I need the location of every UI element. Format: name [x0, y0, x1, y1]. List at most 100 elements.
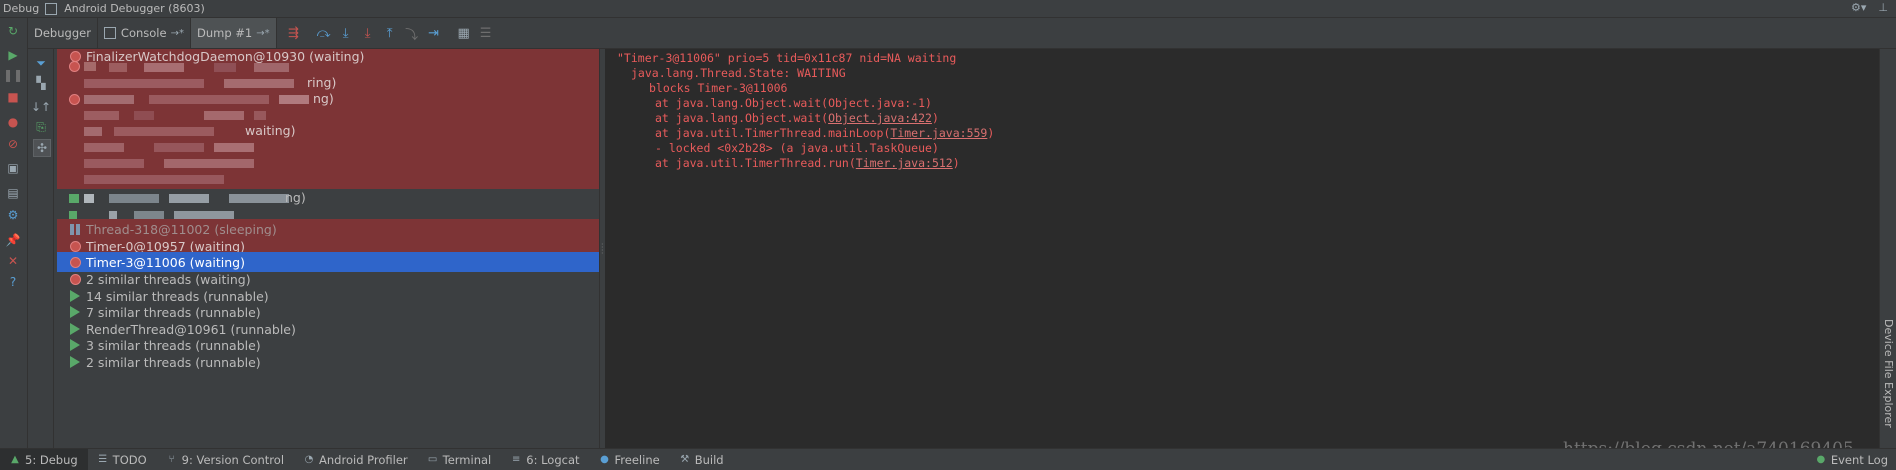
logcat-icon: ≡ — [512, 454, 521, 465]
group-icon[interactable]: ▚ — [33, 75, 49, 91]
breakpoints-icon[interactable]: ● — [6, 115, 20, 129]
tab-dump-pin-icon[interactable]: →* — [256, 28, 269, 39]
console-icon — [103, 27, 116, 39]
thread-label: Thread-318@11002 (sleeping) — [86, 221, 277, 237]
tool-build-label: Build — [694, 452, 724, 467]
profiler-icon: ◔ — [304, 454, 314, 465]
tab-console-pin-icon[interactable]: →* — [171, 28, 184, 39]
layout-icon[interactable]: ▣ — [6, 161, 20, 175]
tool-debug-label: 5: Debug — [25, 452, 78, 467]
runnable-thread-icon — [68, 338, 82, 352]
dump-frame-line: at java.util.TimerThread.run(Timer.java:… — [655, 156, 960, 170]
tab-console-label: Console — [120, 26, 167, 40]
obscured-thread-text: ng) — [313, 91, 334, 106]
pause-icon[interactable]: ❚❚ — [3, 68, 23, 82]
pin-icon[interactable]: 📌 — [6, 233, 21, 247]
debug-icon: ▲ — [11, 454, 19, 465]
run-to-cursor-icon[interactable]: ⇥ — [423, 22, 445, 44]
thread-dump-view[interactable]: "Timer-3@11006" prio=5 tid=0x11c87 nid=N… — [605, 49, 1878, 448]
terminal-icon: ▭ — [427, 454, 438, 465]
thread-list: FinalizerWatchdogDaemon@10930 (waiting) … — [54, 49, 599, 448]
source-link[interactable]: Timer.java:512 — [856, 156, 953, 170]
close-icon[interactable]: ✕ — [6, 254, 20, 268]
tool-todo-label: TODO — [112, 452, 147, 467]
tool-event-log[interactable]: ● Event Log — [1816, 449, 1888, 470]
dump-blocks-line: blocks Timer-3@11006 — [649, 81, 788, 95]
thread-label: 7 similar threads (runnable) — [86, 304, 261, 320]
right-tool-strip: Device File Explorer — [1879, 49, 1896, 448]
merge-icon[interactable]: ✣ — [33, 139, 51, 157]
hide-icon[interactable]: ⊥ — [1878, 1, 1888, 14]
thread-label: 2 similar threads (runnable) — [86, 354, 261, 370]
waiting-thread-icon — [68, 255, 82, 269]
debug-left-toolbar: ↻ ▶ ❚❚ ■ ● ⊘ ▣ ▤ ⚙ 📌 ✕ ? — [0, 18, 28, 448]
drop-frame-icon[interactable]: ⤵ — [401, 22, 423, 44]
dump-lock-line: - locked <0x2b28> (a java.util.TaskQueue… — [655, 141, 939, 155]
thread-panel-tools: ⏷ ▚ ↓↑ ⎘ ✣ — [28, 49, 54, 448]
tool-build[interactable]: ⚒ Build — [670, 449, 734, 470]
runnable-thread-icon — [68, 322, 82, 336]
force-step-into-icon[interactable]: ⤓ — [357, 22, 379, 44]
debug-window-label: Debug — [3, 2, 40, 15]
trace-icon[interactable]: ☰ — [475, 22, 497, 44]
tool-profiler-label: Android Profiler — [319, 452, 408, 467]
thread-row-finalizer[interactable]: FinalizerWatchdogDaemon@10930 (waiting) — [57, 49, 599, 66]
rerun-icon[interactable]: ↻ — [6, 24, 20, 38]
android-debugger-icon — [45, 2, 58, 15]
source-link[interactable]: Timer.java:559 — [890, 126, 987, 140]
vcs-icon: ⑂ — [168, 454, 175, 465]
tab-console[interactable]: Console →* — [98, 18, 191, 48]
source-link[interactable]: Object.java:422 — [828, 111, 932, 125]
tool-logcat[interactable]: ≡ 6: Logcat — [501, 449, 589, 470]
waiting-thread-icon — [68, 239, 82, 253]
tool-terminal[interactable]: ▭ Terminal — [418, 449, 502, 470]
debug-tab-bar: Debugger Console →* Dump #1 →* ⇶ ⤼ ⤓ ⤓ ⤒… — [28, 18, 1896, 49]
tab-dump-label: Dump #1 — [196, 26, 253, 40]
step-into-icon[interactable]: ⤓ — [335, 22, 357, 44]
tab-debugger[interactable]: Debugger — [28, 18, 98, 48]
tool-freeline-label: Freeline — [614, 452, 660, 467]
export-icon[interactable]: ⎘ — [33, 119, 49, 135]
resume-icon[interactable]: ▶ — [6, 48, 20, 62]
tool-freeline[interactable]: ● Freeline — [590, 449, 670, 470]
settings-icon[interactable]: ⚙ — [6, 208, 20, 222]
tool-terminal-label: Terminal — [442, 452, 492, 467]
tool-todo[interactable]: ☰ TODO — [88, 449, 157, 470]
tool-debug[interactable]: ▲ 5: Debug — [0, 449, 88, 470]
thread-label: 2 similar threads (waiting) — [86, 271, 251, 287]
sort-icon[interactable]: ↓↑ — [31, 99, 51, 115]
title-bar: Debug Android Debugger (8603) ⚙▾ ⊥ — [0, 0, 1896, 18]
step-out-icon[interactable]: ⤒ — [379, 22, 401, 44]
tool-event-log-label: Event Log — [1830, 452, 1888, 467]
dump-state-line: java.lang.Thread.State: WAITING — [631, 66, 846, 80]
settings-icon[interactable]: ⚙▾ — [1851, 1, 1866, 14]
build-icon: ⚒ — [680, 454, 690, 465]
tab-dump[interactable]: Dump #1 →* — [190, 18, 277, 48]
obscured-thread-text: ring) — [307, 75, 337, 90]
step-over-icon[interactable]: ⤼ — [313, 22, 335, 44]
thread-label: 3 similar threads (runnable) — [86, 337, 261, 353]
tool-logcat-label: 6: Logcat — [526, 452, 580, 467]
mute-breakpoints-icon[interactable]: ⊘ — [6, 137, 20, 151]
filter-icon[interactable]: ⏷ — [33, 55, 49, 71]
tab-debugger-label: Debugger — [34, 26, 91, 40]
waiting-thread-icon — [69, 61, 80, 72]
obscured-thread-text: waiting) — [245, 123, 296, 138]
tool-version-control[interactable]: ⑂ 9: Version Control — [157, 449, 294, 470]
waiting-thread-icon — [68, 272, 82, 286]
show-execution-point-icon[interactable]: ⇶ — [283, 22, 305, 44]
stop-icon[interactable]: ■ — [6, 90, 20, 104]
tool-android-profiler[interactable]: ◔ Android Profiler — [294, 449, 418, 470]
evaluate-expression-icon[interactable]: ▦ — [453, 22, 475, 44]
help-icon[interactable]: ? — [6, 275, 20, 289]
waiting-thread-icon — [69, 94, 80, 105]
obscured-thread-text: ng) — [285, 190, 306, 205]
restore-layout-icon[interactable]: ▤ — [6, 186, 20, 200]
freeline-icon: ● — [600, 454, 609, 465]
sleeping-thread-icon — [68, 222, 82, 236]
thread-label: FinalizerWatchdogDaemon@10930 (waiting) — [86, 49, 365, 64]
runnable-thread-icon — [68, 305, 82, 319]
session-title[interactable]: Android Debugger (8603) — [64, 2, 205, 15]
thread-row-similar-2[interactable]: 2 similar threads (runnable) — [57, 352, 599, 372]
device-file-explorer-button[interactable]: Device File Explorer — [1882, 319, 1895, 428]
